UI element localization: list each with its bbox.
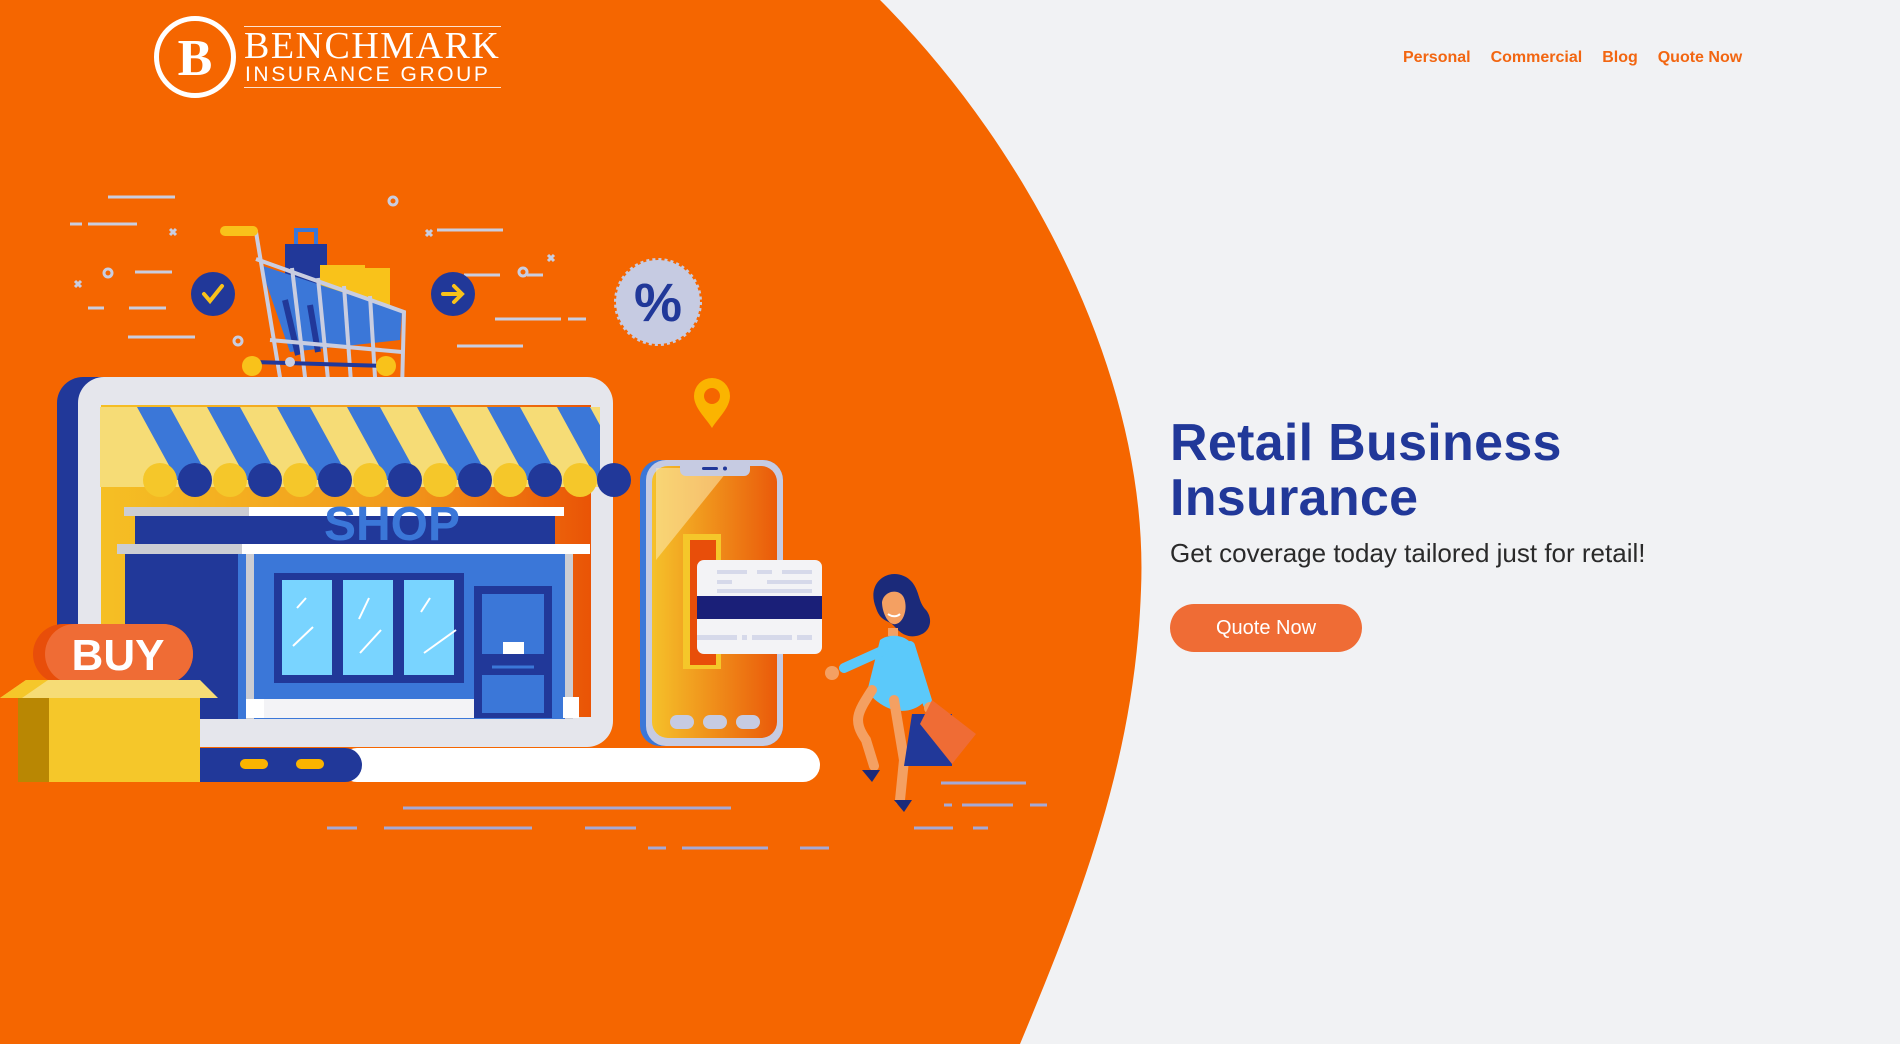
discount-badge: % <box>614 258 702 346</box>
location-pin-icon <box>694 378 730 428</box>
buy-box: BUY <box>0 624 218 782</box>
nav-quote-now[interactable]: Quote Now <box>1658 48 1742 68</box>
nav-blog[interactable]: Blog <box>1602 48 1638 68</box>
floor-dashes <box>327 781 1047 850</box>
hero-title: Retail Business Insurance <box>1170 416 1790 526</box>
nav-personal[interactable]: Personal <box>1403 48 1471 68</box>
hero-section: Retail Business Insurance Get coverage t… <box>1170 416 1790 652</box>
retail-illustration: % SHOP BUY <box>0 195 1047 850</box>
main-nav: Personal Commercial Blog Quote Now <box>1403 48 1742 68</box>
laptop-base <box>200 748 820 782</box>
hero-title-line2: Insurance <box>1170 469 1419 527</box>
buy-label: BUY <box>72 631 165 680</box>
shop-sign: SHOP <box>324 498 460 551</box>
hero-title-line1: Retail Business <box>1170 414 1562 472</box>
shopper-figure <box>825 574 976 812</box>
credit-card-icon <box>697 560 822 654</box>
checkmark-icon <box>191 272 235 316</box>
nav-commercial[interactable]: Commercial <box>1491 48 1583 68</box>
discount-symbol: % <box>634 273 682 333</box>
arrow-right-icon <box>431 272 475 316</box>
quote-now-button[interactable]: Quote Now <box>1170 604 1362 652</box>
hero-subtitle: Get coverage today tailored just for ret… <box>1170 538 1646 568</box>
